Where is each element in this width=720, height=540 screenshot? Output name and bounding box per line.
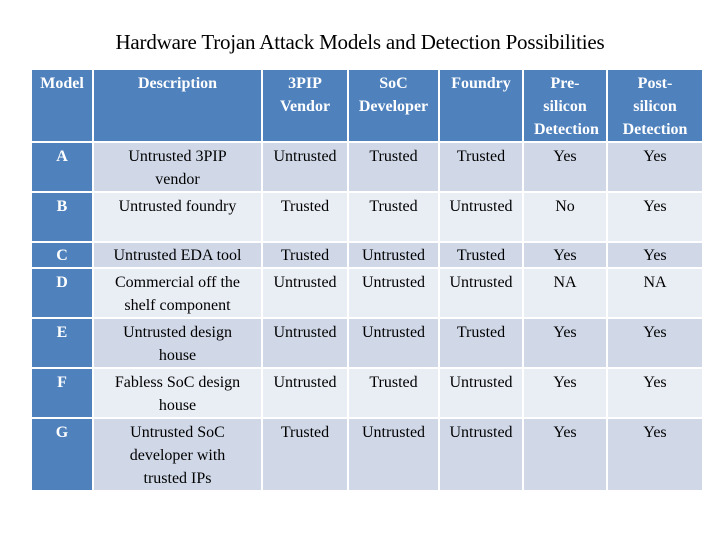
page-title: Hardware Trojan Attack Models and Detect… <box>115 30 605 54</box>
table-row: F Fabless SoC design house Untrusted Tru… <box>30 367 704 419</box>
model-cell: A <box>30 141 94 193</box>
post-silicon-cell: Yes <box>606 191 704 243</box>
description-cell: Untrusted 3PIP vendor <box>92 141 263 193</box>
post-silicon-cell: NA <box>606 267 704 319</box>
header-description: Description <box>92 68 263 143</box>
model-cell: G <box>30 417 94 492</box>
model-cell: E <box>30 317 94 369</box>
foundry-cell: Trusted <box>438 317 524 369</box>
header-pre-silicon: Pre-silicon Detection <box>522 68 608 143</box>
table-row: C Untrusted EDA tool Trusted Untrusted T… <box>30 241 704 269</box>
header-3pip-vendor: 3PIP Vendor <box>261 68 349 143</box>
foundry-cell: Untrusted <box>438 417 524 492</box>
post-silicon-cell: Yes <box>606 367 704 419</box>
foundry-cell: Trusted <box>438 241 524 269</box>
header-row: Model Description 3PIP Vendor SoC Develo… <box>30 68 704 143</box>
header-model: Model <box>30 68 94 143</box>
vendor-cell: Untrusted <box>261 141 349 193</box>
pre-silicon-cell: Yes <box>522 241 608 269</box>
vendor-cell: Trusted <box>261 417 349 492</box>
soc-cell: Untrusted <box>347 267 440 319</box>
attack-models-table: Model Description 3PIP Vendor SoC Develo… <box>30 68 704 492</box>
post-silicon-cell: Yes <box>606 317 704 369</box>
description-cell: Untrusted SoC developer with trusted IPs <box>92 417 263 492</box>
vendor-cell: Trusted <box>261 241 349 269</box>
description-cell: Untrusted foundry <box>92 191 263 243</box>
model-cell: F <box>30 367 94 419</box>
model-cell: B <box>30 191 94 243</box>
header-post-silicon: Post-silicon Detection <box>606 68 704 143</box>
foundry-cell: Trusted <box>438 141 524 193</box>
table-row: G Untrusted SoC developer with trusted I… <box>30 417 704 492</box>
post-silicon-cell: Yes <box>606 417 704 492</box>
table-row: D Commercial off the shelf component Unt… <box>30 267 704 319</box>
vendor-cell: Untrusted <box>261 317 349 369</box>
pre-silicon-cell: No <box>522 191 608 243</box>
pre-silicon-cell: Yes <box>522 141 608 193</box>
table-row: B Untrusted foundry Trusted Trusted Untr… <box>30 191 704 243</box>
vendor-cell: Trusted <box>261 191 349 243</box>
description-cell: Untrusted EDA tool <box>92 241 263 269</box>
post-silicon-cell: Yes <box>606 141 704 193</box>
foundry-cell: Untrusted <box>438 267 524 319</box>
soc-cell: Untrusted <box>347 241 440 269</box>
post-silicon-cell: Yes <box>606 241 704 269</box>
header-soc-developer: SoC Developer <box>347 68 440 143</box>
pre-silicon-cell: Yes <box>522 367 608 419</box>
vendor-cell: Untrusted <box>261 367 349 419</box>
foundry-cell: Untrusted <box>438 367 524 419</box>
description-cell: Commercial off the shelf component <box>92 267 263 319</box>
description-cell: Fabless SoC design house <box>92 367 263 419</box>
table-row: E Untrusted design house Untrusted Untru… <box>30 317 704 369</box>
pre-silicon-cell: Yes <box>522 417 608 492</box>
model-cell: C <box>30 241 94 269</box>
table-row: A Untrusted 3PIP vendor Untrusted Truste… <box>30 141 704 193</box>
soc-cell: Trusted <box>347 141 440 193</box>
pre-silicon-cell: Yes <box>522 317 608 369</box>
pre-silicon-cell: NA <box>522 267 608 319</box>
model-cell: D <box>30 267 94 319</box>
soc-cell: Trusted <box>347 191 440 243</box>
soc-cell: Untrusted <box>347 317 440 369</box>
description-cell: Untrusted design house <box>92 317 263 369</box>
soc-cell: Trusted <box>347 367 440 419</box>
foundry-cell: Untrusted <box>438 191 524 243</box>
soc-cell: Untrusted <box>347 417 440 492</box>
header-foundry: Foundry <box>438 68 524 143</box>
vendor-cell: Untrusted <box>261 267 349 319</box>
